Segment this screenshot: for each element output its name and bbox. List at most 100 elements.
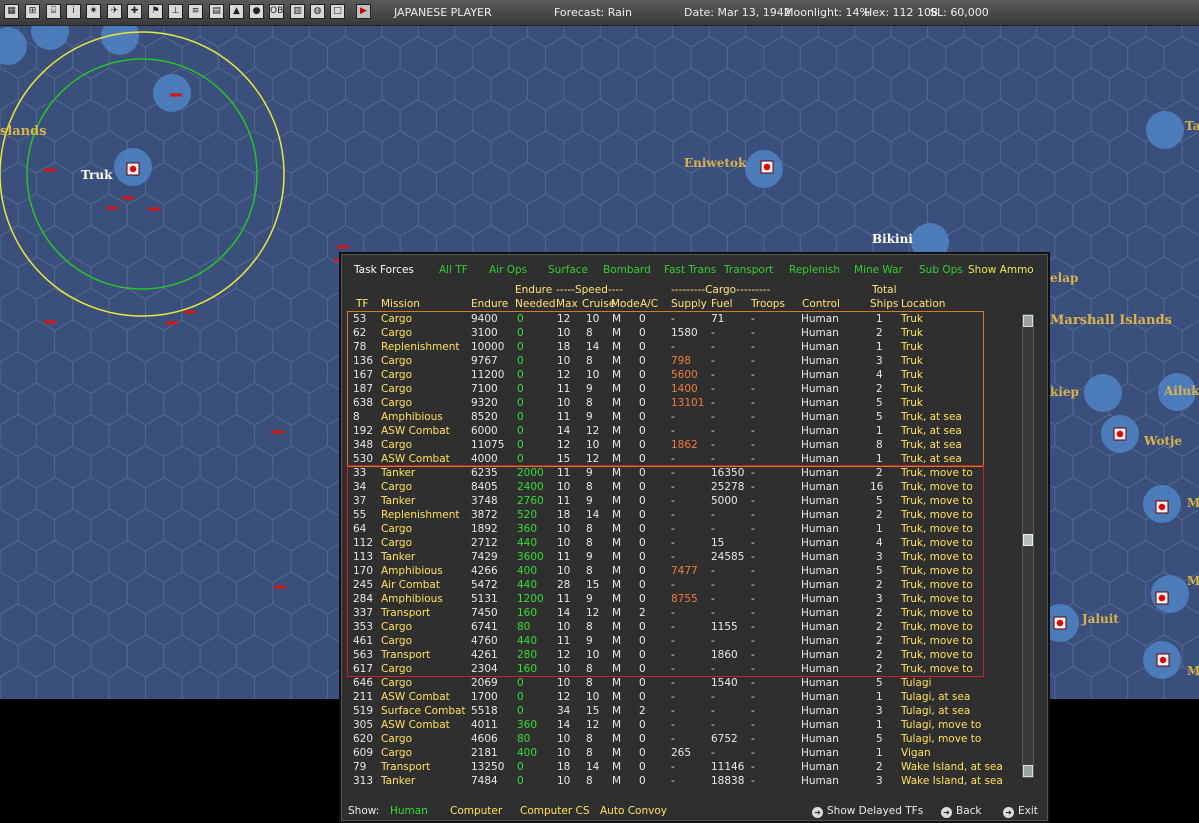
table-row[interactable]: 167 Cargo 11200 0 12 10 M 0 5600 - - Human 4 Truk xyxy=(341,368,1021,382)
location[interactable]: Truk, move to xyxy=(901,607,973,619)
tf-id[interactable]: 305 xyxy=(353,719,373,731)
map-label-ta[interactable]: Ta xyxy=(1185,119,1199,133)
tf-id[interactable]: 620 xyxy=(353,733,373,745)
tf-id[interactable]: 284 xyxy=(353,593,373,605)
task-force-icon[interactable] xyxy=(44,168,56,172)
location[interactable]: Truk xyxy=(901,369,923,381)
location[interactable]: Truk xyxy=(901,397,923,409)
task-force-icon[interactable] xyxy=(184,310,196,314)
mission[interactable]: Tanker xyxy=(381,467,415,479)
toolbar-icon-2[interactable]: ⊞ xyxy=(25,4,40,19)
mission[interactable]: Tanker xyxy=(381,775,415,787)
table-row[interactable]: 617 Cargo 2304 160 10 8 M 0 - - - Human 2 Truk, move … xyxy=(341,662,1021,676)
mission[interactable]: Cargo xyxy=(381,733,412,745)
mission[interactable]: Cargo xyxy=(381,523,412,535)
mission[interactable]: ASW Combat xyxy=(381,719,450,731)
task-force-icon[interactable] xyxy=(272,430,284,434)
mission[interactable]: Transport xyxy=(381,607,430,619)
location[interactable]: Truk, move to xyxy=(901,481,973,493)
table-row[interactable]: 638 Cargo 9320 0 10 8 M 0 13101- - Human 5 Truk xyxy=(341,396,1021,410)
location[interactable]: Truk, move to xyxy=(901,593,973,605)
table-row[interactable]: 187 Cargo 7100 0 11 9 M 0 1400 - - Human 2 Truk xyxy=(341,382,1021,396)
mission[interactable]: Replenishment xyxy=(381,509,459,521)
mission[interactable]: Cargo xyxy=(381,663,412,675)
location[interactable]: Truk, at sea xyxy=(901,425,962,437)
table-row[interactable]: 113 Tanker 7429 3600 11 9 M 0-24585- Human 3 Truk,… xyxy=(341,550,1021,564)
mission[interactable]: Tanker xyxy=(381,495,415,507)
scroll-down-button[interactable] xyxy=(1023,765,1033,777)
location[interactable]: Truk, move to xyxy=(901,635,973,647)
tab-air-ops[interactable]: Air Ops xyxy=(489,264,527,276)
play-icon[interactable]: ▶ xyxy=(356,4,371,19)
mission[interactable]: Cargo xyxy=(381,677,412,689)
tf-id[interactable]: 55 xyxy=(353,509,366,521)
mission[interactable]: ASW Combat xyxy=(381,691,450,703)
table-row[interactable]: 62 Cargo 3100 0 10 8 M 0 1580 - - Human 2 Truk xyxy=(341,326,1021,340)
table-row[interactable]: 78 Replenishment 10000 0 18 14 M 0 - - - Human 1 Truk xyxy=(341,340,1021,354)
list-scrollbar[interactable] xyxy=(1022,314,1034,778)
table-row[interactable]: 53 Cargo 9400 0 12 10 M 0 - 71 - Human 1 Truk xyxy=(341,312,1021,326)
location[interactable]: Tulagi, move to xyxy=(901,733,981,745)
mission[interactable]: Tanker xyxy=(381,551,415,563)
toolbar-icon-16[interactable]: ◍ xyxy=(310,4,325,19)
toolbar-icon-3[interactable]: ⌸ xyxy=(46,4,61,19)
table-row[interactable]: 79 Transport 13250 0 18 14 M 0-11146- Human 2 Wake… xyxy=(341,760,1021,774)
toolbar-icon-15[interactable]: ▥ xyxy=(290,4,305,19)
tf-id[interactable]: 353 xyxy=(353,621,373,633)
tab-surface[interactable]: Surface xyxy=(548,264,588,276)
tab-bombard[interactable]: Bombard xyxy=(603,264,651,276)
toolbar-icon-6[interactable]: ✈ xyxy=(107,4,122,19)
location[interactable]: Truk, move to xyxy=(901,537,973,549)
header-control[interactable]: Control xyxy=(802,298,840,310)
table-row[interactable]: 337 Transport 7450 160 14 12 M 2 - - - Human 2 Truk, … xyxy=(341,606,1021,620)
mission[interactable]: Surface Combat xyxy=(381,705,466,717)
task-force-icon[interactable] xyxy=(170,93,182,97)
mission[interactable]: Amphibious xyxy=(381,411,443,423)
location[interactable]: Tulagi, move to xyxy=(901,719,981,731)
map-label-kiep[interactable]: kiep xyxy=(1050,385,1079,399)
table-row[interactable]: 112 Cargo 2712 440 10 8 M 0 - 15 - Human 4 Truk, move… xyxy=(341,536,1021,550)
mission[interactable]: Cargo xyxy=(381,621,412,633)
table-row[interactable]: 313 Tanker 7484 0 10 8 M 0-18838- Human 3 Wake Isl… xyxy=(341,774,1021,788)
location[interactable]: Tulagi xyxy=(901,677,931,689)
header-ac[interactable]: A/C xyxy=(640,298,658,310)
table-row[interactable]: 646 Cargo 2069 0 10 8 M 0 - 1540 - Human 5 Tulagi xyxy=(341,676,1021,690)
table-row[interactable]: 563 Transport 4261 280 12 10 M 0 - 1860 - Human 2 Tru… xyxy=(341,648,1021,662)
table-row[interactable]: 620 Cargo 4606 80 10 8 M 0 - 6752 - Human 5 Tulagi, m… xyxy=(341,732,1021,746)
task-force-icon[interactable] xyxy=(148,207,160,211)
task-force-icon[interactable] xyxy=(166,321,178,325)
location[interactable]: Tulagi, at sea xyxy=(901,705,970,717)
toolbar-icon-4[interactable]: i xyxy=(66,4,81,19)
mission[interactable]: Cargo xyxy=(381,327,412,339)
tf-id[interactable]: 563 xyxy=(353,649,373,661)
location[interactable]: Vigan xyxy=(901,747,931,759)
mission[interactable]: Cargo xyxy=(381,481,412,493)
mission[interactable]: Air Combat xyxy=(381,579,440,591)
mission[interactable]: Amphibious xyxy=(381,565,443,577)
tf-id[interactable]: 211 xyxy=(353,691,373,703)
toolbar-icon-13[interactable]: ● xyxy=(249,4,264,19)
tf-id[interactable]: 79 xyxy=(353,761,366,773)
location[interactable]: Truk, move to xyxy=(901,551,973,563)
table-row[interactable]: 55 Replenishment 3872 520 18 14 M 0 - - - Human 2 Tru… xyxy=(341,508,1021,522)
mission[interactable]: Cargo xyxy=(381,635,412,647)
tf-id[interactable]: 37 xyxy=(353,495,366,507)
tf-id[interactable]: 53 xyxy=(353,313,366,325)
mission[interactable]: Cargo xyxy=(381,313,412,325)
mission[interactable]: Cargo xyxy=(381,355,412,367)
map-label-truk[interactable]: Truk xyxy=(81,168,112,182)
toolbar-icon-7[interactable]: ✚ xyxy=(127,4,142,19)
table-row[interactable]: 136 Cargo 9767 0 10 8 M 0 798 - - Human 3 Truk xyxy=(341,354,1021,368)
tf-id[interactable]: 617 xyxy=(353,663,373,675)
table-row[interactable]: 8 Amphibious 8520 0 11 9 M 0 - - - Human 5 Truk, at s… xyxy=(341,410,1021,424)
show-computer-cs-toggle[interactable]: Computer CS xyxy=(520,805,590,817)
mission[interactable]: Amphibious xyxy=(381,593,443,605)
header-tf[interactable]: TF xyxy=(356,298,368,310)
task-force-icon[interactable] xyxy=(274,585,286,589)
task-force-icon[interactable] xyxy=(106,206,118,210)
location[interactable]: Truk, move to xyxy=(901,621,973,633)
table-row[interactable]: 461 Cargo 4760 440 11 9 M 0 - - - Human 2 Truk, move … xyxy=(341,634,1021,648)
location[interactable]: Truk xyxy=(901,313,923,325)
header-endure[interactable]: Endure xyxy=(471,298,508,310)
mission[interactable]: Replenishment xyxy=(381,341,459,353)
